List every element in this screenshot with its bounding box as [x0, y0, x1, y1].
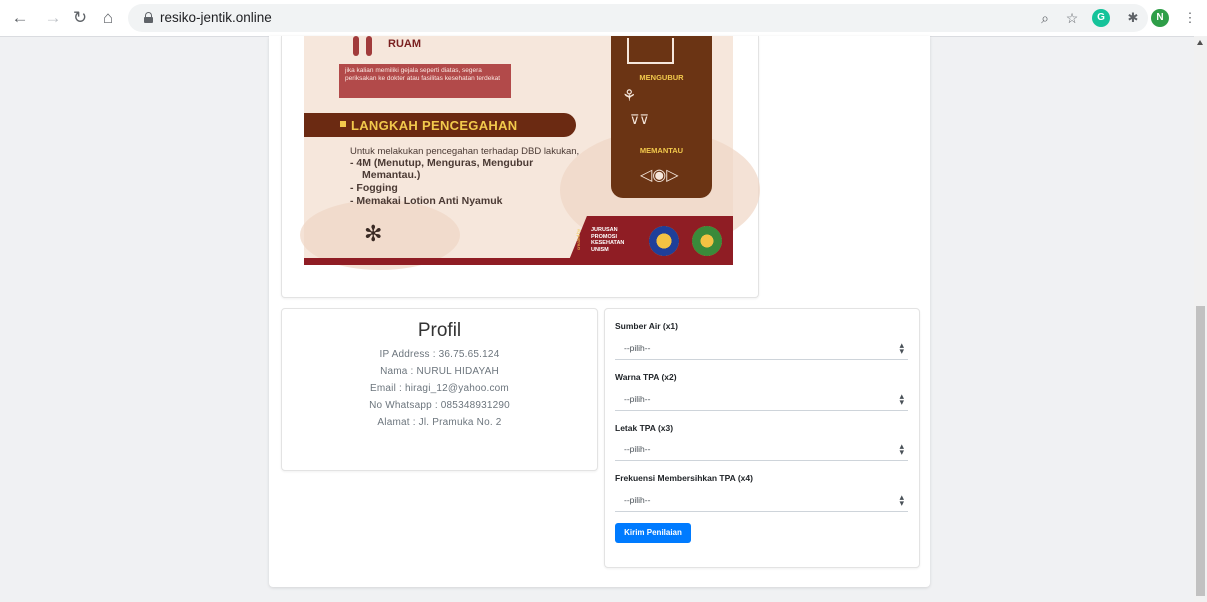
prevention-title: LANGKAH PENCEGAHAN — [351, 118, 518, 133]
frekuensi-select[interactable]: --pilih-- ▴ ▾ — [615, 491, 908, 512]
prevention-item: - Fogging — [350, 182, 398, 194]
cups-icon: ⊽⊽ — [630, 112, 650, 127]
select-arrows-icon: ▴ ▾ — [899, 492, 904, 508]
container-icon — [627, 38, 674, 64]
sprout-icon: ⚘ — [622, 88, 637, 105]
profile-name: Nama : NURUL HIDAYAH — [380, 366, 499, 377]
frekuensi-label: Frekuensi Membersihkan TPA (x4) — [615, 473, 753, 483]
warna-tpa-label: Warna TPA (x2) — [615, 372, 677, 382]
select-value: --pilih-- — [624, 444, 651, 454]
eye-icon: ◁◉▷ — [640, 167, 679, 184]
letak-tpa-select[interactable]: --pilih-- ▴ ▾ — [615, 440, 908, 461]
panel-label-memantau: MEMANTAU — [639, 146, 684, 155]
letak-tpa-label: Letak TPA (x3) — [615, 423, 674, 433]
star-icon[interactable]: ☆ — [1063, 9, 1081, 27]
warna-tpa-select[interactable]: --pilih-- ▴ ▾ — [615, 390, 908, 411]
back-icon[interactable]: ← — [10, 8, 30, 28]
select-arrows-icon: ▴ ▾ — [899, 391, 904, 407]
profile-title: Profil — [417, 320, 462, 341]
scroll-up-arrow-icon[interactable] — [1197, 40, 1203, 45]
grammarly-icon[interactable]: G — [1092, 9, 1110, 27]
panel-label-mengubur: MENGUBUR — [639, 73, 684, 82]
university-logo — [692, 226, 722, 256]
zoom-icon[interactable]: ⌕ — [1036, 9, 1054, 27]
kirim-penilaian-button[interactable]: Kirim Penilaian — [615, 523, 691, 543]
profile-whatsapp: No Whatsapp : 085348931290 — [369, 400, 510, 411]
forward-icon[interactable]: → — [43, 8, 63, 28]
sumber-air-label: Sumber Air (x1) — [615, 321, 678, 331]
department-logo — [649, 226, 679, 256]
mosquito-icon: ✻ — [364, 221, 383, 246]
scrollbar-thumb[interactable] — [1196, 306, 1205, 596]
symptom-label: RUAM — [388, 38, 421, 50]
rash-leg-icon — [366, 36, 372, 56]
department-text: JURUSAN PROMOSI KESEHATAN UNISM — [591, 227, 625, 253]
poster-footer-strip — [304, 258, 733, 265]
prevention-item: - Memakai Lotion Anti Nyamuk — [350, 195, 503, 207]
home-icon[interactable]: ⌂ — [98, 8, 118, 28]
banner-bullet-icon — [340, 121, 346, 127]
url-text[interactable]: resiko-jentik.online — [160, 4, 272, 32]
rash-leg-icon — [353, 36, 359, 56]
select-arrows-icon: ▴ ▾ — [899, 441, 904, 457]
menu-icon[interactable]: ⋮ — [1181, 9, 1199, 27]
created-by-label: created by — [576, 228, 581, 250]
browser-toolbar: ← → ↻ ⌂ resiko-jentik.online ⌕ ☆ G ✱ N ⋮ — [0, 0, 1207, 37]
profile-avatar[interactable]: N — [1151, 9, 1169, 27]
profile-email: Email : hiragi_12@yahoo.com — [370, 383, 509, 394]
select-value: --pilih-- — [624, 343, 651, 353]
prevention-intro: Untuk melakukan pencegahan terhadap DBD … — [350, 146, 580, 157]
select-arrows-icon: ▴ ▾ — [899, 340, 904, 356]
profile-ip: IP Address : 36.75.65.124 — [379, 349, 500, 360]
address-bar[interactable]: resiko-jentik.online ⌕ ☆ — [128, 4, 1148, 32]
prevention-item: Memantau.) — [362, 169, 421, 181]
reload-icon[interactable]: ↻ — [70, 8, 90, 28]
prevention-item: - 4M (Menutup, Menguras, Mengubur — [350, 157, 534, 169]
select-value: --pilih-- — [624, 495, 651, 505]
select-value: --pilih-- — [624, 394, 651, 404]
lock-icon[interactable] — [144, 12, 153, 23]
profile-address: Alamat : Jl. Pramuka No. 2 — [377, 417, 502, 428]
extensions-icon[interactable]: ✱ — [1124, 9, 1142, 27]
sumber-air-select[interactable]: --pilih-- ▴ ▾ — [615, 339, 908, 360]
warning-note: jika kalian memiliki gejala seperti diat… — [339, 64, 511, 98]
